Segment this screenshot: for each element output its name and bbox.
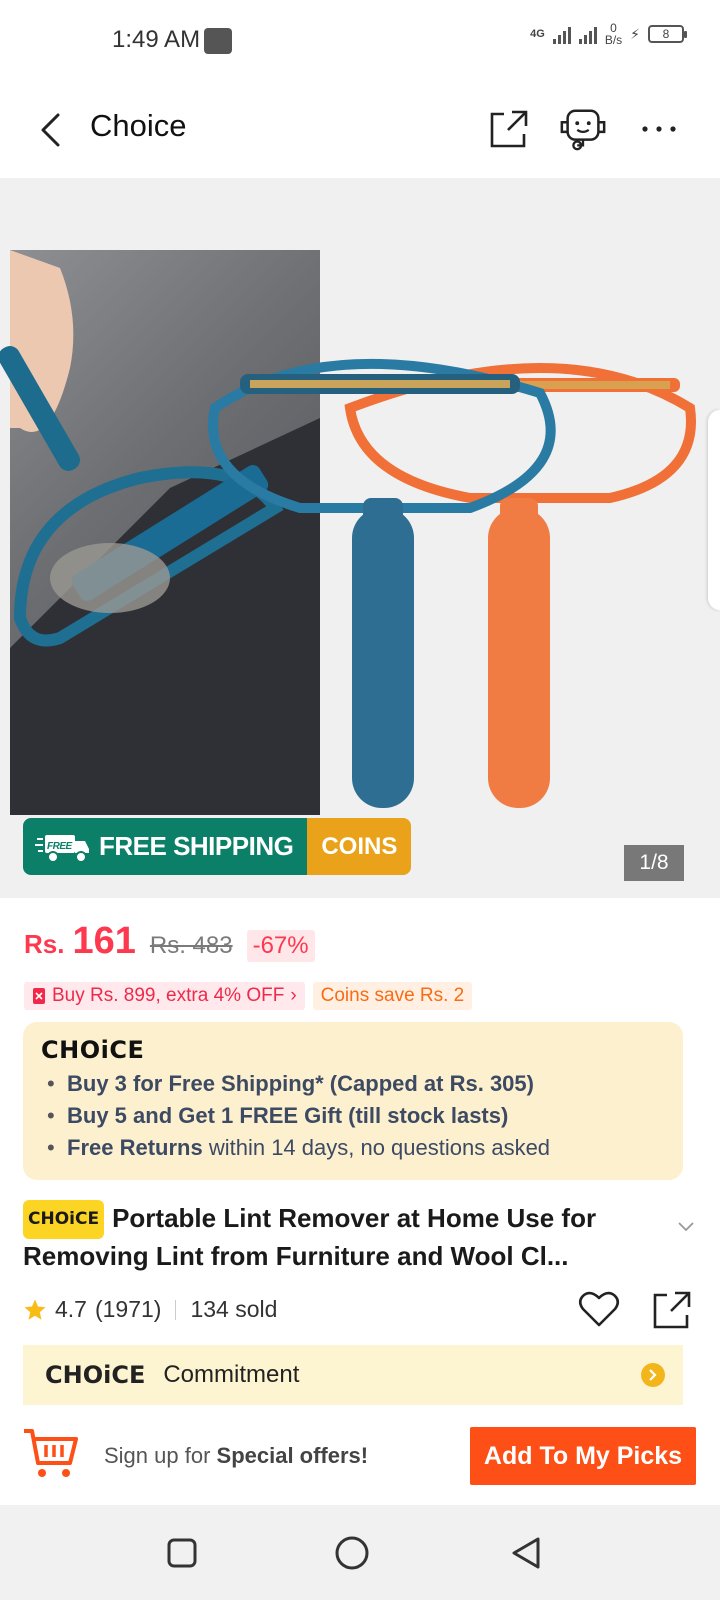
cart-button[interactable] bbox=[22, 1425, 80, 1486]
deal-chip[interactable]: Buy Rs. 899, extra 4% OFF › bbox=[24, 982, 305, 1010]
chevron-right-icon: › bbox=[290, 985, 297, 1006]
charging-icon: ⚡ bbox=[630, 25, 640, 42]
price-currency: Rs. bbox=[24, 929, 65, 959]
triangle-back-icon bbox=[512, 1537, 540, 1569]
signal-icon-2 bbox=[578, 24, 597, 44]
choice-benefits[interactable]: CHOiCE Buy 3 for Free Shipping* (Capped … bbox=[23, 1022, 683, 1180]
image-page-counter: 1/8 bbox=[624, 845, 684, 881]
benefit-bold: Buy 3 for Free Shipping* (Capped at Rs. … bbox=[67, 1071, 534, 1096]
status-bar: 1:49 AM 4G 0 B/s ⚡ 8 bbox=[0, 0, 720, 80]
status-indicators: 4G 0 B/s ⚡ 8 bbox=[530, 22, 687, 46]
status-time: 1:49 AM bbox=[112, 26, 201, 53]
system-nav-bar bbox=[0, 1505, 720, 1600]
free-shipping-banner: FREE FREE SHIPPING COINS bbox=[23, 818, 412, 875]
choice-logo: CHOiCE bbox=[45, 1361, 146, 1389]
add-to-picks-button[interactable]: Add To My Picks bbox=[470, 1427, 696, 1485]
top-nav: Choice bbox=[0, 80, 720, 178]
product-image bbox=[0, 250, 696, 815]
star-icon bbox=[24, 1299, 46, 1320]
more-horizontal-icon bbox=[642, 126, 676, 132]
deal-text: Buy Rs. 899, extra 4% OFF bbox=[52, 985, 285, 1006]
benefit-item: Free Returns within 14 days, no question… bbox=[41, 1132, 665, 1164]
free-shipping-left: FREE FREE SHIPPING bbox=[23, 818, 308, 875]
signup-prefix: Sign up for bbox=[104, 1443, 217, 1468]
back-nav-button[interactable] bbox=[506, 1533, 546, 1573]
net-speed: 0 B/s bbox=[605, 22, 622, 46]
cart-icon bbox=[24, 1429, 78, 1477]
share-icon bbox=[490, 110, 528, 148]
circle-icon bbox=[335, 1536, 369, 1570]
choice-logo: CHOiCE bbox=[41, 1036, 145, 1064]
coins-label: COINS bbox=[307, 818, 412, 875]
choice-benefit-list: Buy 3 for Free Shipping* (Capped at Rs. … bbox=[41, 1068, 665, 1164]
net-speed-unit: B/s bbox=[604, 33, 623, 47]
share-button[interactable] bbox=[484, 104, 534, 154]
signal-icon bbox=[552, 24, 571, 44]
discount-badge: -67% bbox=[246, 930, 315, 962]
bottom-action-bar: Sign up for Special offers! Add To My Pi… bbox=[0, 1405, 720, 1505]
coupon-icon bbox=[33, 988, 45, 1004]
choice-commitment-bar[interactable]: CHOiCE Commitment bbox=[23, 1345, 683, 1405]
chevron-left-icon bbox=[41, 113, 60, 147]
product-title-text: Portable Lint Remover at Home Use for Re… bbox=[23, 1203, 597, 1271]
choice-badge: CHOiCE bbox=[23, 1200, 105, 1239]
review-count[interactable]: (1971) bbox=[95, 1296, 161, 1323]
benefit-item: Buy 5 and Get 1 FREE Gift (till stock la… bbox=[41, 1100, 665, 1132]
benefit-bold: Free Returns bbox=[67, 1135, 203, 1160]
free-shipping-label: FREE SHIPPING bbox=[99, 831, 294, 861]
square-icon bbox=[167, 1538, 197, 1568]
rating-row: 4.7 (1971) 134 sold bbox=[23, 1296, 277, 1323]
support-button[interactable] bbox=[558, 104, 608, 154]
benefit-rest: within 14 days, no questions asked bbox=[202, 1135, 551, 1160]
heart-icon bbox=[578, 1291, 620, 1327]
notification-icon bbox=[204, 28, 232, 54]
product-gallery[interactable]: FREE FREE SHIPPING COINS 1/8 bbox=[0, 178, 720, 898]
battery-icon: 8 bbox=[648, 25, 687, 43]
robot-support-icon bbox=[560, 109, 606, 151]
price-row: Rs. 161 Rs. 483 -67% bbox=[24, 920, 315, 963]
product-title[interactable]: CHOiCE Portable Lint Remover at Home Use … bbox=[23, 1200, 673, 1274]
page-title: Choice bbox=[90, 108, 187, 143]
recents-button[interactable] bbox=[162, 1533, 202, 1573]
benefit-bold: Buy 5 and Get 1 FREE Gift (till stock la… bbox=[67, 1103, 509, 1128]
back-button[interactable] bbox=[32, 110, 68, 150]
promo-row: Buy Rs. 899, extra 4% OFF › Coins save R… bbox=[24, 982, 473, 1010]
divider bbox=[175, 1299, 177, 1320]
arrow-right-icon bbox=[641, 1363, 665, 1387]
chevron-down-icon[interactable] bbox=[678, 1222, 694, 1232]
share-product-button[interactable] bbox=[652, 1290, 692, 1335]
free-tag: FREE bbox=[47, 841, 73, 852]
original-price: Rs. 483 bbox=[149, 932, 233, 959]
coins-chip: Coins save Rs. 2 bbox=[312, 982, 473, 1010]
truck-icon: FREE bbox=[35, 834, 89, 863]
share-icon bbox=[653, 1291, 691, 1329]
side-tab[interactable] bbox=[708, 410, 720, 610]
more-button[interactable] bbox=[634, 104, 684, 154]
benefit-item: Buy 3 for Free Shipping* (Capped at Rs. … bbox=[41, 1068, 665, 1100]
signup-bold: Special offers! bbox=[216, 1443, 369, 1468]
commitment-label: Commitment bbox=[163, 1361, 300, 1388]
sold-count: 134 sold bbox=[190, 1296, 278, 1322]
home-button[interactable] bbox=[332, 1533, 372, 1573]
current-price: 161 bbox=[72, 920, 136, 962]
wishlist-button[interactable] bbox=[578, 1290, 620, 1333]
rating-value: 4.7 bbox=[55, 1296, 87, 1322]
signup-prompt[interactable]: Sign up for Special offers! bbox=[104, 1443, 368, 1469]
network-type: 4G bbox=[530, 28, 545, 40]
